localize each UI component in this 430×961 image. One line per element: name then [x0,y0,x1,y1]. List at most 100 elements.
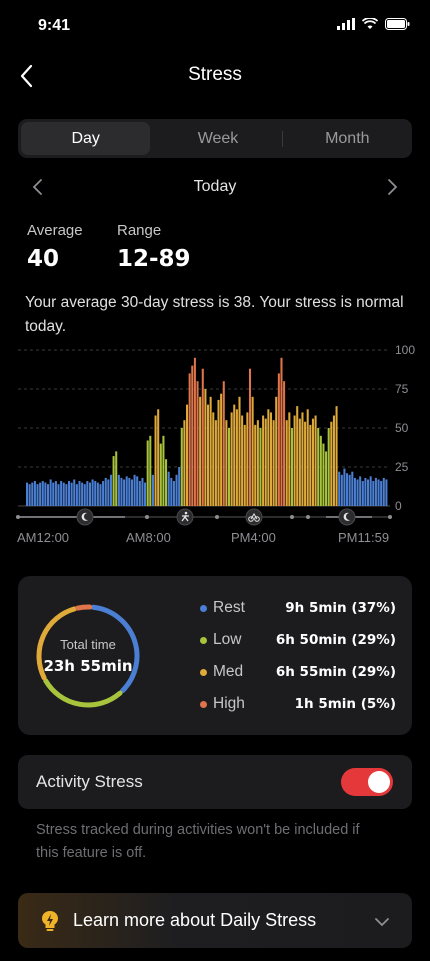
battery-icon [385,18,410,30]
stress-bar [309,424,312,506]
stress-bar [283,381,286,506]
legend-name: Low [213,631,242,648]
y-tick-label: 100 [395,343,415,357]
stress-bar [346,473,349,506]
stress-bar [327,428,330,506]
stress-bar [130,479,133,506]
stress-bar [99,484,102,506]
y-tick-label: 0 [395,499,402,513]
stress-bar [57,484,60,506]
stress-bar [325,451,328,506]
stress-bar [149,435,152,506]
stress-bar [288,412,291,506]
stress-bar [267,409,270,506]
stress-bar [154,415,157,506]
stress-bar [254,424,257,506]
stress-bar [301,412,304,506]
stress-bar [96,482,99,506]
stress-bar [241,415,244,506]
stress-bar [306,409,309,506]
stress-bar [212,412,215,506]
stress-bar [83,484,86,506]
stress-bar [170,477,173,506]
stress-bar [70,482,73,506]
stress-bar [199,396,202,506]
toggle-knob [368,771,390,793]
legend-value: 1h 5min (5%) [294,696,396,712]
stress-bar [385,479,388,506]
stress-bar [314,415,317,506]
stress-bar [144,482,147,506]
timeline-dot [16,515,20,519]
stress-bar [285,420,288,506]
tab-week[interactable]: Week [153,119,283,158]
stress-bar [91,479,94,506]
signal-icon [337,18,355,30]
timeline-dot [388,515,392,519]
legend-value: 6h 55min (29%) [275,664,396,680]
stress-bar [374,477,377,506]
stress-bar [275,396,278,506]
stress-bar [94,481,97,506]
stress-bar [52,482,55,506]
stress-bar [33,481,36,506]
stress-bar [146,440,149,506]
med-dot [200,668,207,676]
stress-bar [340,474,343,506]
stress-bar [225,420,228,506]
range-value: 12-89 [117,246,191,272]
stress-bar [128,477,131,506]
tab-month[interactable]: Month [283,119,412,158]
average-value: 40 [27,246,60,272]
stress-bar [162,435,165,506]
stress-bar [296,406,299,506]
stress-bar [39,482,42,506]
stress-bar [304,421,307,506]
stress-bar [138,481,141,506]
stress-bar [102,481,105,506]
stress-bar [293,415,296,506]
stress-ring [36,604,140,708]
stress-chart[interactable]: 100 75 50 25 0 [0,340,430,530]
stress-bar [60,481,63,506]
stress-bar [382,477,385,506]
time-label-start: AM12:00 [17,530,70,545]
activity-stress-label: Activity Stress [36,772,143,791]
legend-row-med: Med 6h 55min (29%) [200,660,396,684]
activity-stress-toggle[interactable] [341,768,393,796]
stress-bar [159,443,162,506]
stress-bar [214,420,217,506]
stress-bar [280,357,283,506]
legend-row-rest: Rest 9h 5min (37%) [200,596,396,620]
bike-icon [245,508,263,526]
legend-row-low: Low 6h 50min (29%) [200,628,396,652]
timeline-dot [290,515,294,519]
legend-value: 9h 5min (37%) [285,600,396,616]
stress-bar [49,479,52,506]
total-time-label: Total time [60,637,116,652]
stress-bar [251,396,254,506]
stress-bar [191,365,194,506]
next-day-icon[interactable] [381,176,403,198]
rest-dot [200,604,207,612]
wifi-icon [362,18,378,29]
stress-bar [322,443,325,506]
stress-bar [343,468,346,506]
stress-bar [26,482,29,506]
ring-segment-high [75,604,93,611]
stress-bar [298,418,301,506]
y-tick-label: 25 [395,460,409,474]
stress-bar [183,420,186,506]
tab-day[interactable]: Day [21,122,151,155]
stress-bar [78,481,81,506]
stress-bar [248,368,252,506]
timeline-dot [306,515,310,519]
stress-bar [227,428,231,506]
stress-bar [188,373,191,506]
stress-bar [235,409,238,506]
page-title: Stress [188,64,242,85]
stress-bar [338,471,341,506]
stress-bar [120,477,123,506]
stress-bar [136,476,139,506]
stress-bar [172,481,175,506]
